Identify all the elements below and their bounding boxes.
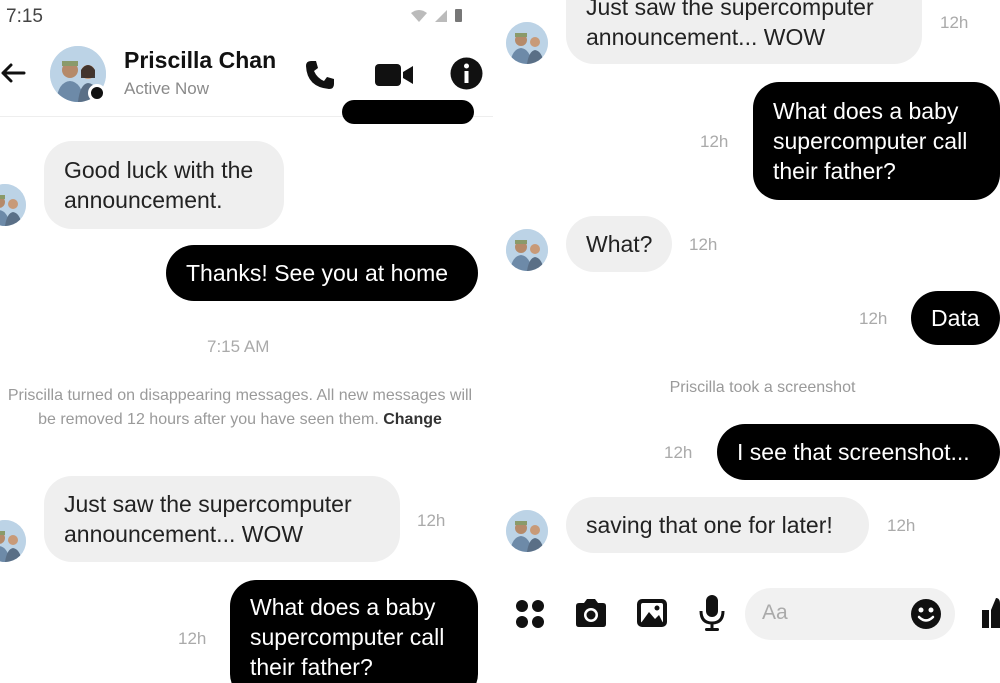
message-bubble-outgoing[interactable]: What does a baby supercomputer call thei… <box>753 82 1000 200</box>
message-time: 12h <box>887 516 916 535</box>
message-text: Thanks! See you at home <box>186 260 449 286</box>
thumbs-up-icon[interactable] <box>982 596 1000 630</box>
message-avatar[interactable] <box>506 22 548 64</box>
message-time: 12h <box>940 13 969 32</box>
message-text: Just saw the supercomputer announcement.… <box>64 491 352 547</box>
message-time: 12h <box>417 511 446 530</box>
conversation-timestamp: 7:15 AM <box>207 337 270 356</box>
screenshot-notice: Priscilla took a screenshot <box>669 379 856 396</box>
message-avatar[interactable] <box>506 229 548 271</box>
message-avatar[interactable] <box>0 184 26 226</box>
phone-icon[interactable] <box>303 58 337 92</box>
signal-icon <box>435 10 447 22</box>
status-time: 7:15 <box>6 6 43 27</box>
message-text: What does a baby supercomputer call thei… <box>250 594 445 680</box>
camera-icon[interactable] <box>573 597 609 629</box>
message-time: 12h <box>178 629 207 648</box>
status-icons <box>410 8 463 23</box>
message-text: Data <box>931 305 980 331</box>
message-text: Just saw the supercomputer announcement.… <box>586 0 874 50</box>
message-time: 12h <box>664 443 693 462</box>
message-bubble-incoming[interactable]: saving that one for later! <box>566 497 869 553</box>
message-bubble-outgoing[interactable]: I see that screenshot... <box>717 424 1000 480</box>
contact-name[interactable]: Priscilla Chan <box>124 47 276 74</box>
partial-outgoing-bubble <box>342 100 474 124</box>
message-time: 12h <box>689 235 718 254</box>
battery-icon <box>455 9 462 22</box>
message-bubble-incoming[interactable]: What? <box>566 216 672 272</box>
message-text: What does a baby supercomputer call thei… <box>773 98 968 184</box>
message-time: 12h <box>859 309 888 328</box>
microphone-icon[interactable] <box>698 594 726 632</box>
gallery-icon[interactable] <box>635 597 669 629</box>
message-bubble-outgoing[interactable]: What does a baby supercomputer call thei… <box>230 580 478 683</box>
disappearing-messages-notice: Priscilla turned on disappearing message… <box>0 384 480 432</box>
change-link[interactable]: Change <box>383 411 442 428</box>
video-camera-icon[interactable] <box>374 62 414 88</box>
message-text: saving that one for later! <box>586 512 833 538</box>
wifi-icon <box>411 10 427 22</box>
back-arrow-icon[interactable] <box>0 60 26 86</box>
message-bubble-incoming[interactable]: Good luck with the announcement. <box>44 141 284 229</box>
message-time: 12h <box>700 132 729 151</box>
message-bubble-outgoing[interactable]: Data <box>911 291 1000 345</box>
message-text: I see that screenshot... <box>737 439 970 465</box>
right-pane: Just saw the supercomputer announcement.… <box>500 0 1000 683</box>
emoji-icon[interactable] <box>910 598 942 630</box>
message-bubble-outgoing[interactable]: Thanks! See you at home <box>166 245 478 301</box>
apps-grid-icon[interactable] <box>514 598 546 630</box>
info-icon[interactable] <box>450 57 483 90</box>
message-text: What? <box>586 231 653 257</box>
message-text: Good luck with the announcement. <box>64 157 254 213</box>
message-avatar[interactable] <box>0 520 26 562</box>
left-pane: 7:15 Priscilla Chan Active Now Good luck… <box>0 0 493 683</box>
presence-indicator <box>88 84 106 102</box>
message-input-placeholder: Aa <box>762 601 788 624</box>
message-bubble-incoming[interactable]: Just saw the supercomputer announcement.… <box>44 476 400 562</box>
message-avatar[interactable] <box>506 510 548 552</box>
message-bubble-incoming[interactable]: Just saw the supercomputer announcement.… <box>566 0 922 64</box>
contact-status: Active Now <box>124 79 210 98</box>
